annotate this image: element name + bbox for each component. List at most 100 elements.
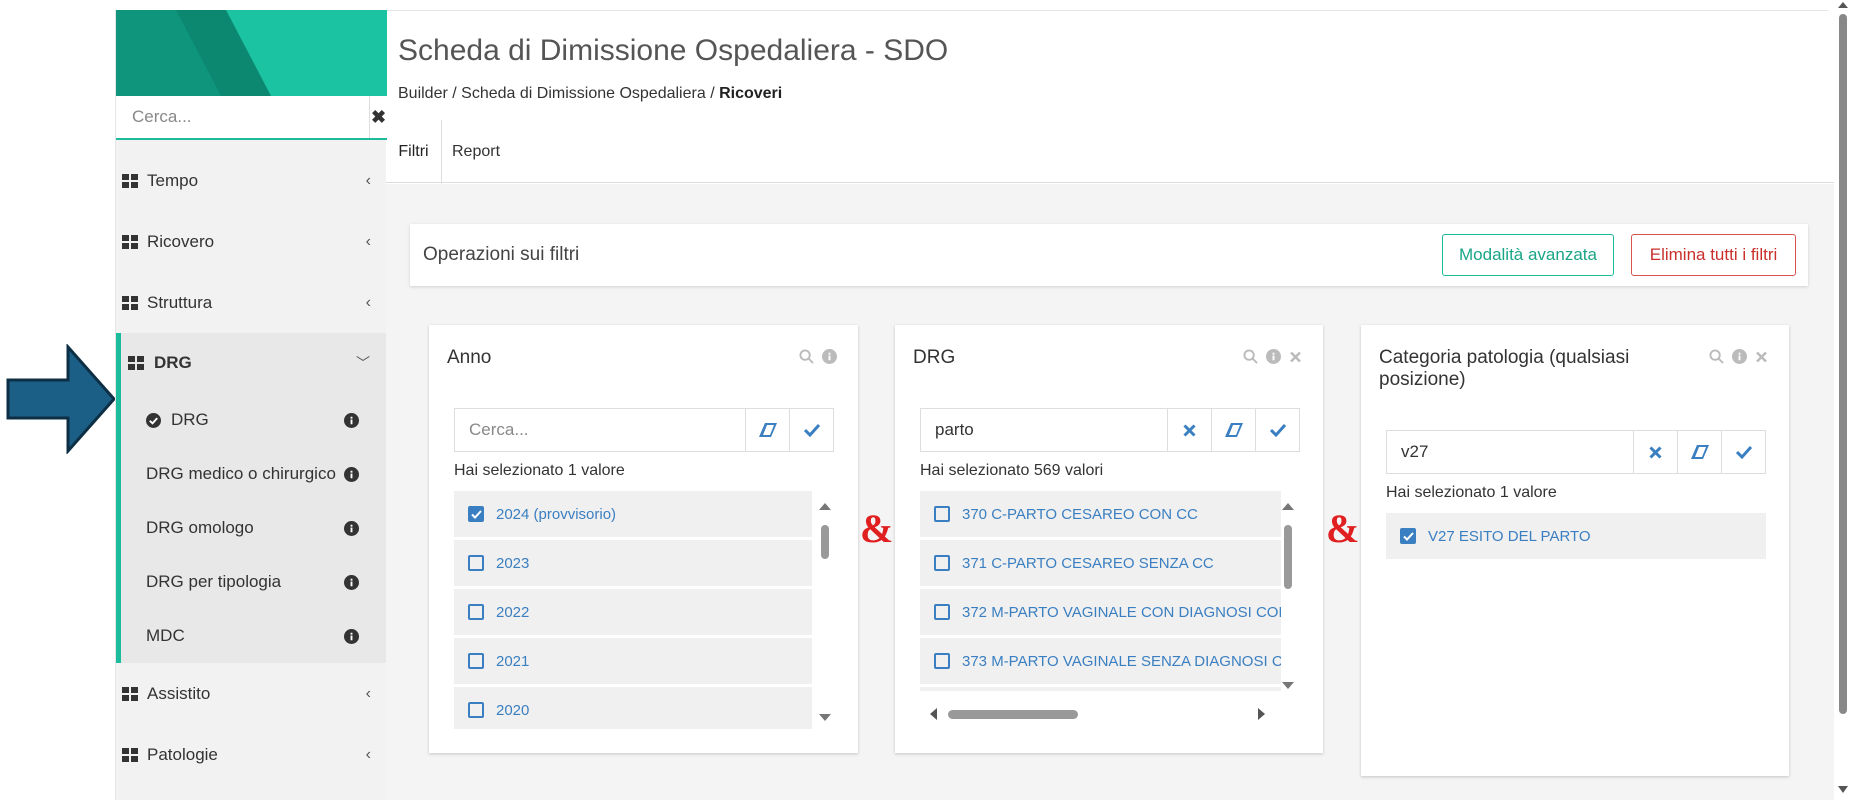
sidebar-subitem-drg-omologo[interactable]: DRG omologo <box>121 501 387 555</box>
and-connector: & <box>1326 506 1360 551</box>
grid-icon <box>122 234 138 249</box>
panel-title: Categoria patologia (qualsiasi posizione… <box>1379 347 1630 390</box>
delete-all-filters-button[interactable]: Elimina tutti i filtri <box>1631 234 1796 276</box>
page-title: Scheda di Dimissione Ospedaliera - SDO <box>398 34 949 67</box>
sidebar-item-ricovero[interactable]: Ricovero ‹ <box>116 211 387 272</box>
confirm-check-icon[interactable] <box>789 409 833 451</box>
checkbox-icon[interactable] <box>468 555 484 571</box>
selected-count: Hai selezionato 569 valori <box>920 462 1104 479</box>
sidebar-subitem-drg-per-tipologia[interactable]: DRG per tipologia <box>121 555 387 609</box>
chevron-left-icon: ‹ <box>365 232 371 250</box>
clear-search-icon[interactable]: ✖ <box>369 96 387 138</box>
eraser-icon[interactable] <box>1677 431 1721 473</box>
panel-title: Anno <box>447 347 492 368</box>
value-list: 2024 (provvisorio) 2023 2022 2021 2020 <box>454 491 812 729</box>
panel-search-input[interactable] <box>455 409 745 451</box>
checkbox-icon[interactable] <box>934 555 950 571</box>
info-icon[interactable] <box>344 574 359 590</box>
sidebar-item-drg[interactable]: DRG ﹀ <box>121 333 387 393</box>
filter-operations-bar: Operazioni sui filtri Modalità avanzata … <box>410 224 1808 286</box>
eraser-icon[interactable] <box>745 409 789 451</box>
list-item[interactable]: 373 M-PARTO VAGINALE SENZA DIAGNOSI COMP… <box>920 638 1281 684</box>
advanced-mode-button[interactable]: Modalità avanzata <box>1442 234 1614 276</box>
list-item[interactable]: V27 ESITO DEL PARTO <box>1386 513 1766 559</box>
checkbox-checked-icon[interactable] <box>468 506 484 522</box>
confirm-check-icon[interactable] <box>1721 431 1765 473</box>
info-icon[interactable] <box>344 628 359 644</box>
list-item[interactable]: 2020 <box>454 687 812 729</box>
list-item-label: 2021 <box>496 652 530 670</box>
checkbox-icon[interactable] <box>468 653 484 669</box>
sidebar-item-label: Patologie <box>147 744 218 764</box>
checkbox-checked-icon[interactable] <box>1400 528 1416 544</box>
panel-search-input[interactable] <box>1387 431 1633 473</box>
sidebar-item-label: Tempo <box>147 170 199 190</box>
info-icon[interactable] <box>822 349 837 364</box>
sidebar-subitem-label: MDC <box>146 626 185 645</box>
sidebar-search-input[interactable] <box>116 96 369 138</box>
sidebar-item-struttura[interactable]: Struttura ‹ <box>116 272 387 333</box>
breadcrumb-link[interactable]: Scheda di Dimissione Ospedaliera <box>461 85 706 102</box>
grid-icon <box>122 295 138 310</box>
sidebar-item-patologie[interactable]: Patologie ‹ <box>116 724 387 785</box>
clear-search-icon[interactable] <box>1167 409 1211 451</box>
sidebar-subitem-label: DRG per tipologia <box>146 572 282 591</box>
search-icon[interactable] <box>1243 349 1258 364</box>
list-item[interactable]: 2022 <box>454 589 812 635</box>
chevron-left-icon: ‹ <box>365 745 371 763</box>
pointer-arrow-icon <box>6 344 117 454</box>
check-circle-icon <box>146 412 161 428</box>
value-list: 370 C-PARTO CESAREO CON CC 371 C-PARTO C… <box>920 491 1281 691</box>
info-icon[interactable] <box>344 412 359 428</box>
sidebar-subitem-drg-medico-chirurgico[interactable]: DRG medico o chirurgico <box>121 447 387 501</box>
top-divider <box>386 10 1828 11</box>
app-logo <box>116 10 387 96</box>
sidebar-subitem-label: DRG <box>171 410 209 429</box>
list-item[interactable]: 2023 <box>454 540 812 586</box>
list-item[interactable]: 372 M-PARTO VAGINALE CON DIAGNOSI COMPLI… <box>920 589 1281 635</box>
panel-search-box <box>454 408 834 452</box>
breadcrumb-separator: / <box>710 85 720 102</box>
info-icon[interactable] <box>344 520 359 536</box>
info-icon[interactable] <box>344 466 359 482</box>
clear-search-icon[interactable] <box>1633 431 1677 473</box>
checkbox-icon[interactable] <box>934 653 950 669</box>
checkbox-icon[interactable] <box>468 702 484 718</box>
list-item[interactable] <box>920 687 1281 691</box>
grid-icon <box>122 686 138 701</box>
list-item[interactable]: 370 C-PARTO CESAREO CON CC <box>920 491 1281 537</box>
panel-search-input[interactable] <box>921 409 1167 451</box>
page-scrollbar[interactable] <box>1836 0 1850 800</box>
vertical-scrollbar[interactable] <box>1279 501 1297 691</box>
panel-title: DRG <box>913 347 956 368</box>
vertical-scrollbar[interactable] <box>816 501 834 723</box>
tab-bar: Filtri Report <box>386 120 1834 184</box>
filter-panel-categoria-patologia: Categoria patologia (qualsiasi posizione… <box>1361 325 1789 776</box>
list-item-label: 2022 <box>496 603 530 621</box>
search-icon[interactable] <box>1709 349 1724 364</box>
eraser-icon[interactable] <box>1211 409 1255 451</box>
sidebar-item-tempo[interactable]: Tempo ‹ <box>116 150 387 211</box>
checkbox-icon[interactable] <box>468 604 484 620</box>
horizontal-scrollbar[interactable] <box>928 705 1268 723</box>
info-icon[interactable] <box>1266 349 1281 364</box>
checkbox-icon[interactable] <box>934 506 950 522</box>
info-icon[interactable] <box>1732 349 1747 364</box>
close-icon[interactable] <box>1289 349 1302 364</box>
panel-search-box <box>1386 430 1766 474</box>
list-item[interactable]: 2024 (provvisorio) <box>454 491 812 537</box>
sidebar-item-label: Struttura <box>147 292 213 312</box>
sidebar-subitem-mdc[interactable]: MDC <box>121 609 387 663</box>
close-icon[interactable] <box>1755 349 1768 364</box>
confirm-check-icon[interactable] <box>1255 409 1299 451</box>
sidebar-item-assistito[interactable]: Assistito ‹ <box>116 663 387 724</box>
search-icon[interactable] <box>799 349 814 364</box>
operations-title: Operazioni sui filtri <box>423 244 580 265</box>
checkbox-icon[interactable] <box>934 604 950 620</box>
tab-filtri[interactable]: Filtri <box>386 120 442 184</box>
sidebar-subitem-drg[interactable]: DRG <box>121 393 387 447</box>
tab-report[interactable]: Report <box>452 120 500 183</box>
list-item[interactable]: 2021 <box>454 638 812 684</box>
breadcrumb-link[interactable]: Builder <box>398 85 448 102</box>
list-item[interactable]: 371 C-PARTO CESAREO SENZA CC <box>920 540 1281 586</box>
